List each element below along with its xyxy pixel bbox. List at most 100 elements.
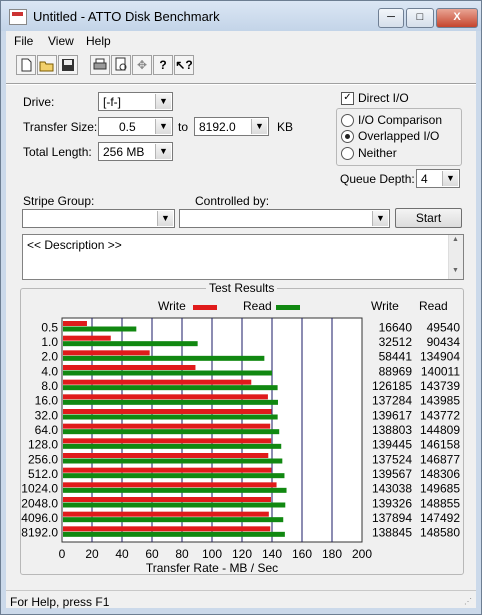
start-button[interactable]: Start	[395, 208, 462, 228]
chevron-down-icon: ▼	[442, 171, 458, 186]
read-bar	[63, 385, 278, 391]
minimize-button[interactable]: ─	[378, 8, 404, 28]
read-value: 148855	[420, 496, 460, 510]
queue-depth-select[interactable]: 4 ▼	[416, 169, 460, 188]
write-bar	[63, 482, 277, 488]
print-icon[interactable]	[90, 55, 110, 75]
description-text: << Description >>	[27, 238, 122, 252]
drive-label: Drive:	[23, 95, 55, 109]
write-value: 88969	[379, 364, 413, 378]
x-tick-label: 200	[352, 547, 372, 561]
read-value: 143772	[420, 408, 460, 422]
client-area: File View Help ✥ ? ↖? Drive: [-f-] ▼ Tra…	[6, 31, 476, 611]
write-value: 137524	[372, 452, 412, 466]
x-tick-label: 40	[115, 547, 129, 561]
write-bar	[63, 497, 271, 502]
write-value: 139445	[372, 438, 412, 452]
to-label: to	[178, 120, 189, 134]
io-comparison-radio[interactable]	[341, 114, 354, 127]
read-value: 49540	[427, 320, 461, 334]
drive-value: [-f-]	[103, 95, 121, 109]
x-tick-label: 20	[85, 547, 99, 561]
x-tick-label: 180	[322, 547, 342, 561]
maximize-button[interactable]: □	[406, 8, 434, 28]
drive-select[interactable]: [-f-] ▼	[98, 92, 173, 111]
title-bar[interactable]: Untitled - ATTO Disk Benchmark ─ □ X	[1, 1, 481, 31]
print-preview-icon[interactable]	[111, 55, 131, 75]
row-label: 512.0	[28, 467, 58, 481]
status-bar: For Help, press F1 ⋰	[6, 590, 476, 611]
menu-bar: File View Help	[6, 31, 476, 51]
x-axis-label: Transfer Rate - MB / Sec	[146, 561, 278, 572]
menu-view[interactable]: View	[48, 34, 74, 48]
read-value: 147492	[420, 511, 460, 525]
write-bar	[63, 394, 268, 400]
scroll-up-icon[interactable]: ▲	[452, 236, 459, 243]
queue-depth-value: 4	[421, 172, 428, 186]
resize-grip-icon[interactable]: ⋰	[464, 597, 472, 606]
row-label: 16.0	[35, 394, 59, 408]
write-bar	[63, 365, 196, 370]
open-icon[interactable]	[37, 55, 57, 75]
read-bar	[63, 443, 282, 449]
chevron-down-icon: ▼	[157, 211, 173, 226]
app-icon	[9, 9, 27, 25]
menu-file[interactable]: File	[14, 34, 33, 48]
controlled-by-label: Controlled by:	[195, 194, 270, 208]
transfer-to-select[interactable]: 8192.0 ▼	[194, 117, 269, 136]
read-bar	[63, 414, 278, 420]
row-label: 2048.0	[21, 496, 58, 510]
stripe-group-select[interactable]: ▼	[22, 209, 175, 228]
total-length-label: Total Length:	[23, 145, 92, 159]
menu-help[interactable]: Help	[86, 34, 111, 48]
row-label: 0.5	[41, 320, 58, 334]
write-value: 126185	[372, 379, 412, 393]
write-value: 137284	[372, 394, 412, 408]
overlapped-io-radio[interactable]	[341, 130, 354, 143]
write-bar	[63, 379, 252, 385]
row-label: 4.0	[41, 364, 58, 378]
row-label: 8.0	[41, 379, 58, 393]
queue-depth-label: Queue Depth:	[340, 172, 415, 186]
controlled-by-select[interactable]: ▼	[179, 209, 390, 228]
neither-label: Neither	[358, 146, 397, 160]
x-tick-label: 120	[232, 547, 252, 561]
write-bar	[63, 526, 271, 532]
write-bar	[63, 321, 87, 326]
direct-io-checkbox[interactable]: ✓	[341, 92, 354, 105]
x-tick-label: 80	[175, 547, 189, 561]
read-bar	[63, 341, 198, 347]
transfer-from-value: 0.5	[119, 120, 136, 134]
help-icon[interactable]: ?	[153, 55, 173, 75]
read-value: 148580	[420, 526, 460, 540]
test-results-group: Test Results Write Read Write Read 0 20 40…	[20, 281, 464, 575]
toolbar-separator	[6, 83, 476, 85]
transfer-from-select[interactable]: 0.5 ▼	[98, 117, 173, 136]
scroll-down-icon[interactable]: ▼	[452, 267, 459, 274]
read-value: 148306	[420, 467, 460, 481]
read-value: 134904	[420, 350, 460, 364]
description-scrollbar[interactable]: ▲ ▼	[448, 235, 463, 279]
new-icon[interactable]	[16, 55, 36, 75]
row-label: 2.0	[41, 350, 58, 364]
row-label: 1.0	[41, 335, 58, 349]
close-button[interactable]: X	[436, 8, 478, 28]
row-label: 8192.0	[21, 526, 58, 540]
total-length-select[interactable]: 256 MB ▼	[98, 142, 173, 161]
read-bar	[63, 399, 278, 405]
context-help-icon[interactable]: ↖?	[174, 55, 194, 75]
save-icon[interactable]	[58, 55, 78, 75]
write-bar	[63, 335, 111, 341]
toolbar: ✥ ? ↖?	[6, 53, 476, 79]
neither-radio[interactable]	[341, 147, 354, 160]
write-bar	[63, 350, 150, 356]
read-value: 140011	[421, 364, 460, 378]
read-value: 149685	[420, 482, 460, 496]
read-value: 90434	[427, 335, 461, 349]
description-box[interactable]: << Description >> ▲ ▼	[22, 234, 464, 280]
write-value: 143038	[372, 482, 412, 496]
move-icon[interactable]: ✥	[132, 55, 152, 75]
write-value: 139567	[372, 467, 412, 481]
read-value: 144809	[420, 423, 460, 437]
chevron-down-icon: ▼	[251, 119, 267, 134]
